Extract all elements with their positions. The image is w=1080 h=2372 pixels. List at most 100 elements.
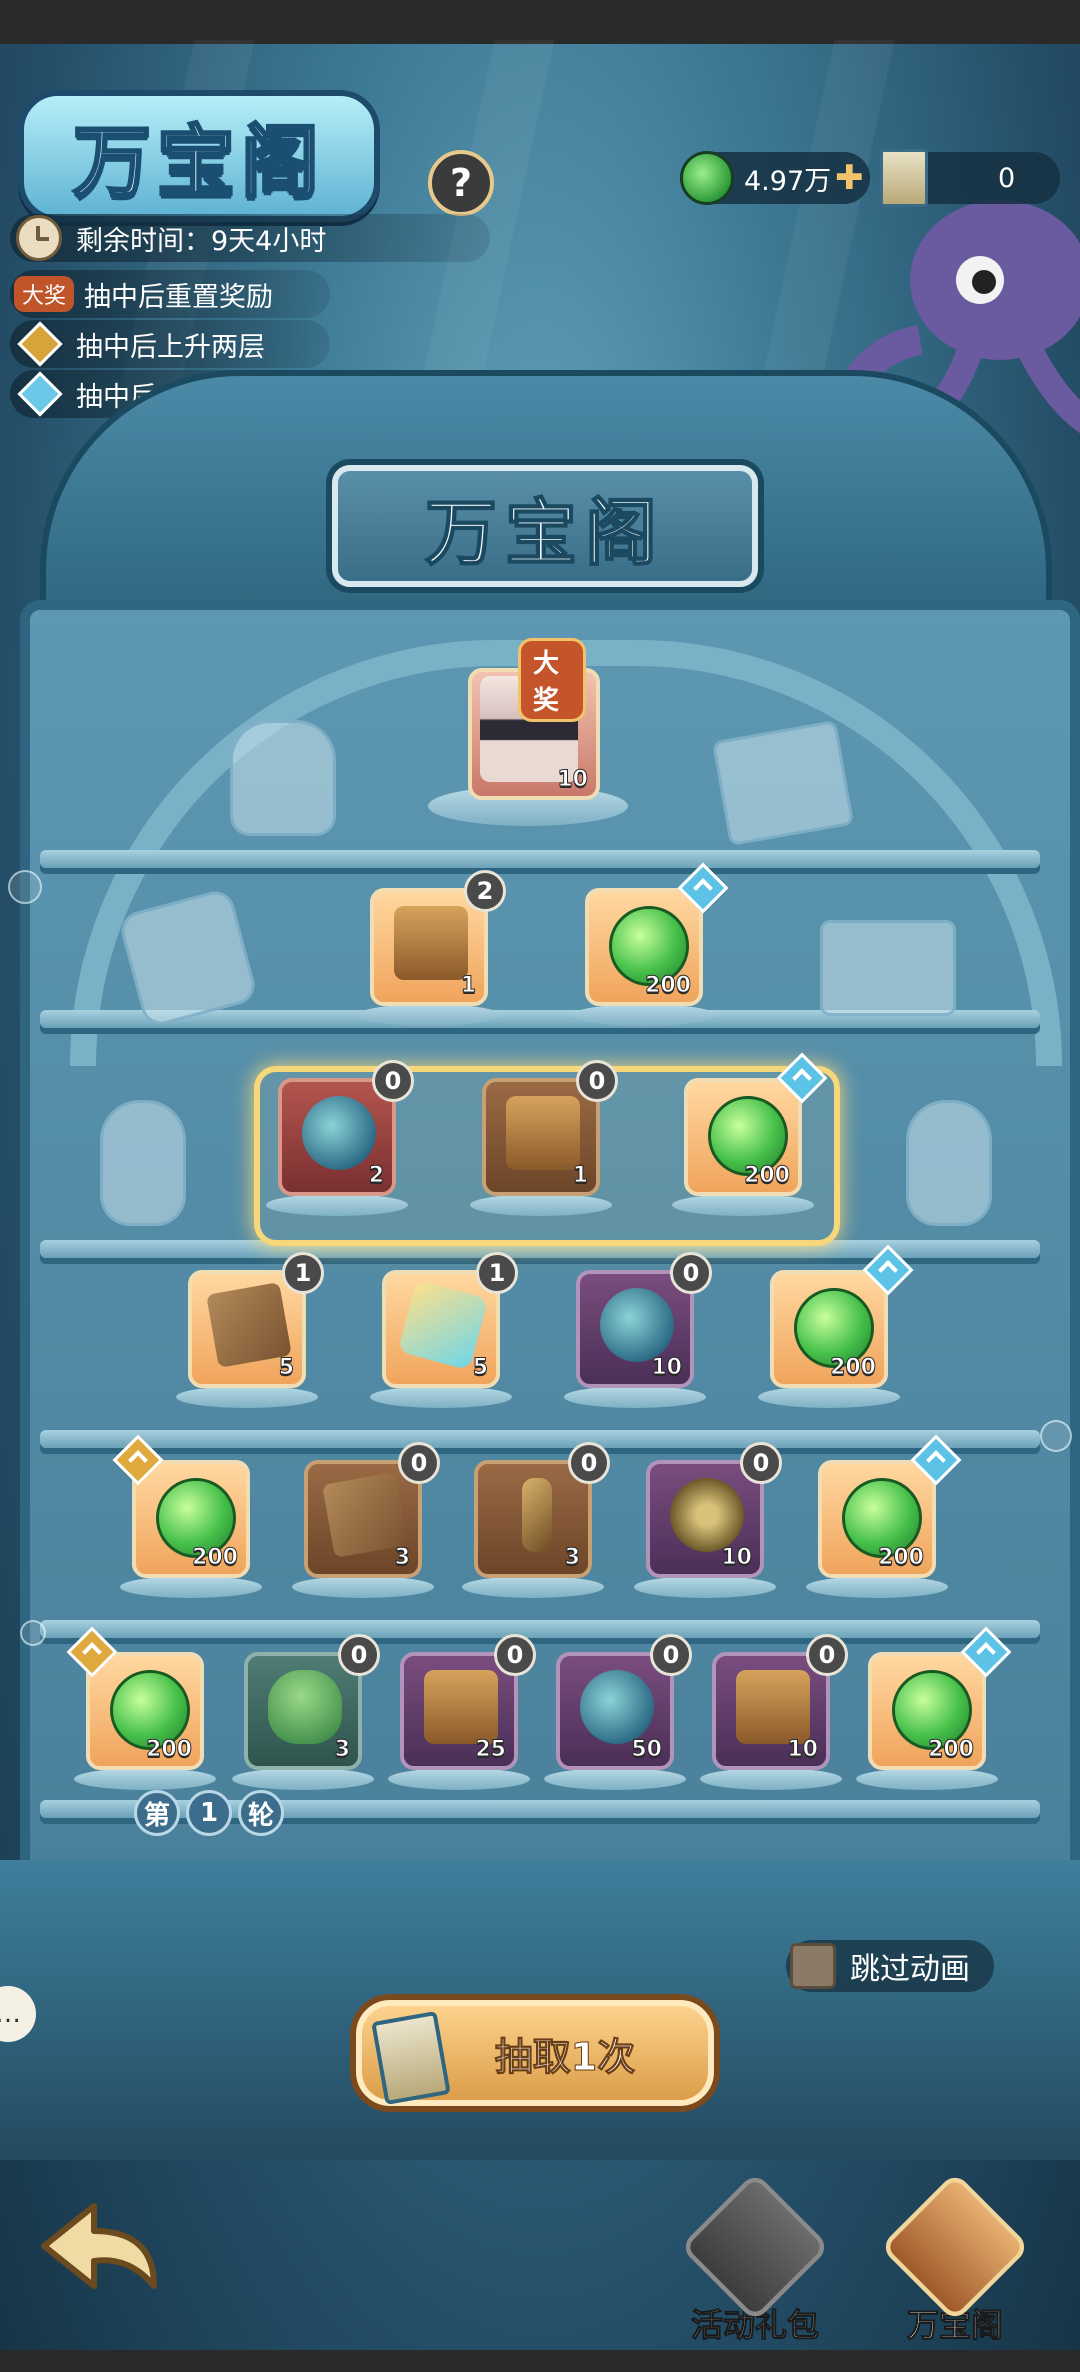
logo-text: 万宝阁 (71, 116, 325, 210)
prize-qty: 200 (744, 1163, 791, 1189)
skip-animation-checkbox[interactable] (790, 1943, 836, 1989)
help-icon: ? (449, 161, 473, 205)
prize-qty: 5 (472, 1355, 488, 1381)
prize-qty: 10 (651, 1355, 683, 1381)
prize-qty: 25 (475, 1737, 507, 1763)
rock-decoration (711, 719, 855, 847)
bubble (1040, 1420, 1072, 1452)
remaining-count-badge: 1 (476, 1252, 518, 1294)
pedestal (266, 1194, 408, 1216)
prize-slot[interactable]: 51 (370, 1252, 518, 1408)
bubble (8, 870, 42, 904)
prize-slot[interactable]: 200 (758, 1244, 914, 1408)
prize-slot[interactable]: 51 (176, 1252, 324, 1408)
round-suffix: 轮 (238, 1790, 284, 1836)
remaining-time-row: 剩余时间：9天4小时 (10, 214, 490, 262)
mystery-chest-icon (394, 906, 468, 980)
shelf (40, 1430, 1040, 1448)
prize-slot[interactable]: 200 (66, 1626, 216, 1790)
prize-slot[interactable]: 200 (573, 862, 729, 1026)
pedestal (232, 1768, 374, 1790)
home-indicator-bar (0, 2350, 1080, 2372)
pedestal (388, 1768, 530, 1790)
prize-qty: 10 (557, 767, 589, 793)
box-decoration (820, 920, 956, 1016)
prize-qty: 200 (192, 1545, 239, 1571)
prize-slot[interactable]: 30 (462, 1442, 610, 1598)
prize-slot[interactable]: 30 (292, 1442, 440, 1598)
round-indicator: 第 1 轮 (134, 1790, 284, 1836)
pedestal (358, 1004, 500, 1026)
remaining-count-badge: 2 (464, 870, 506, 912)
sign-title: 万宝阁 (424, 489, 665, 576)
shelf (40, 1620, 1040, 1638)
add-currency-icon[interactable]: ✚ (835, 158, 864, 198)
yin-yang-disk-icon (670, 1478, 744, 1552)
pedestal (176, 1386, 318, 1408)
grand-prize-tag: 大奖 (14, 276, 75, 312)
prize-slot[interactable]: 25 0 (388, 1634, 536, 1790)
prize-slot[interactable]: 200 (672, 1052, 828, 1216)
draw-once-button[interactable]: 抽取1次 (350, 1994, 720, 2112)
prize-qty: 50 (631, 1737, 663, 1763)
ticket-icon (371, 2010, 451, 2106)
prize-slot[interactable]: 200 (856, 1626, 1012, 1790)
prize-qty: 3 (394, 1545, 410, 1571)
prize-slot[interactable]: 10 0 (564, 1252, 712, 1408)
skip-animation-toggle[interactable]: 跳过动画 (786, 1940, 994, 1992)
pavilion-sign: 万宝阁 (332, 465, 758, 587)
remaining-count-badge: 0 (806, 1634, 848, 1676)
pedestal (544, 1768, 686, 1790)
prize-qty: 10 (721, 1545, 753, 1571)
draw-button-label: 抽取1次 (494, 2034, 636, 2079)
game-logo: 万宝阁 (18, 90, 380, 222)
prize-slot[interactable]: 50 0 (544, 1634, 692, 1790)
egg-icon (268, 1670, 342, 1744)
remaining-count-badge: 0 (670, 1252, 712, 1294)
remaining-count-badge: 0 (338, 1634, 380, 1676)
grand-prize-badge: 大奖 (518, 638, 586, 722)
pedestal (672, 1194, 814, 1216)
remaining-count-badge: 0 (576, 1060, 618, 1102)
round-prefix: 第 (134, 1790, 180, 1836)
gem-chest-icon (424, 1670, 498, 1744)
prize-slot[interactable]: 10 0 (634, 1442, 782, 1598)
green-orb-icon (302, 1096, 376, 1170)
sprout-orb-icon (580, 1670, 654, 1744)
remaining-count-badge: 0 (372, 1060, 414, 1102)
prize-tile: 200 (770, 1270, 888, 1388)
prize-qty: 200 (830, 1355, 877, 1381)
legend-text: 抽中后上升两层 (76, 331, 265, 363)
prize-qty: 200 (878, 1545, 925, 1571)
prize-slot[interactable]: 10 0 (700, 1634, 848, 1790)
status-bar (0, 0, 1080, 44)
ticket-icon (880, 149, 928, 207)
pedestal (370, 1386, 512, 1408)
pedestal (856, 1768, 998, 1790)
prize-slot[interactable]: 200 (806, 1434, 962, 1598)
pedestal (74, 1768, 216, 1790)
back-button[interactable] (34, 2196, 164, 2306)
pedestal (462, 1576, 604, 1598)
staff-icon (522, 1478, 552, 1552)
prize-qty: 3 (334, 1737, 350, 1763)
pedestal (292, 1576, 434, 1598)
help-button[interactable]: ? (428, 150, 494, 216)
legend-grand-prize: 大奖 抽中后重置奖励 (10, 270, 330, 318)
prize-qty: 200 (928, 1737, 975, 1763)
legend-up-two: 抽中后上升两层 (10, 320, 330, 368)
skip-animation-label: 跳过动画 (850, 1952, 970, 1987)
prize-slot[interactable]: 30 (232, 1634, 380, 1790)
ticket-currency: 0 (880, 149, 1060, 207)
prize-slot[interactable]: 200 (112, 1434, 262, 1598)
prize-slot[interactable]: 20 (266, 1060, 414, 1216)
remaining-count-badge: 0 (650, 1634, 692, 1676)
tab-event-pack[interactable]: 活动礼包 (670, 2171, 840, 2346)
pedestal (573, 1004, 715, 1026)
tab-treasure-pavilion[interactable]: 万宝阁 (870, 2171, 1040, 2346)
grand-prize-slot[interactable]: 10 大奖 (428, 638, 628, 826)
prize-slot[interactable]: 10 (470, 1060, 618, 1216)
treasure-chest-icon (506, 1096, 580, 1170)
prize-slot[interactable]: 12 (358, 870, 506, 1026)
remaining-count-badge: 1 (282, 1252, 324, 1294)
